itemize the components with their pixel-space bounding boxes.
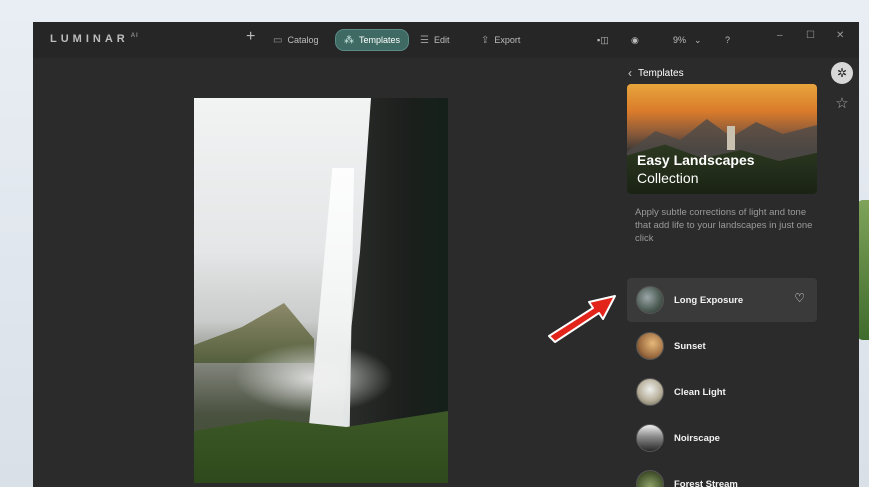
heart-icon[interactable]: ♡ <box>794 291 805 305</box>
magic-wand-icon: ✲ <box>836 66 848 80</box>
sliders-icon: ☰ <box>420 34 429 46</box>
template-list: Long Exposure ♡ Sunset Clean Light Noirs… <box>627 278 817 487</box>
collection-banner: Easy Landscapes Collection <box>627 84 817 194</box>
tab-export[interactable]: ⇪ Export <box>481 31 520 49</box>
template-thumbnail <box>636 378 664 406</box>
maximize-button[interactable]: ☐ <box>806 30 815 41</box>
collection-title: Easy Landscapes <box>637 152 755 168</box>
collection-description: Apply subtle corrections of light and to… <box>635 207 813 244</box>
tab-edit[interactable]: ☰ Edit <box>420 31 449 49</box>
plus-icon: + <box>246 28 256 45</box>
add-photos-button[interactable]: + <box>246 28 255 46</box>
template-label: Forest Stream <box>674 478 738 487</box>
minimize-button[interactable]: – <box>777 30 783 41</box>
luminar-window: LUMINAR AI + ▭ Catalog ⁂ Templates ☰ Edit… <box>33 22 859 487</box>
export-icon: ⇪ <box>481 34 490 46</box>
template-thumbnail <box>636 470 664 487</box>
star-icon: ☆ <box>835 95 849 112</box>
red-annotation-arrow <box>548 295 616 343</box>
template-noirscape[interactable]: Noirscape <box>627 416 817 460</box>
templates-panel: ‹ Templates Easy Landscapes Collection A… <box>623 58 823 487</box>
chevron-left-icon: ‹ <box>628 66 632 80</box>
photo-mist <box>234 343 394 413</box>
template-thumbnail <box>636 286 664 314</box>
help-icon: ? <box>725 35 731 45</box>
top-toolbar: LUMINAR AI + ▭ Catalog ⁂ Templates ☰ Edit… <box>33 22 859 58</box>
zoom-dropdown[interactable]: 9% ⌄ <box>673 31 702 49</box>
photo-waterfall <box>306 168 354 458</box>
compare-button[interactable]: ▪◫ <box>597 31 609 49</box>
favorites-side-button[interactable]: ☆ <box>831 92 853 114</box>
template-thumbnail <box>636 424 664 452</box>
template-forest-stream[interactable]: Forest Stream <box>627 462 817 487</box>
app-logo: LUMINAR AI <box>50 33 139 45</box>
template-label: Clean Light <box>674 386 726 398</box>
tab-catalog[interactable]: ▭ Catalog <box>273 31 318 49</box>
banner-castle <box>727 126 735 150</box>
template-clean-light[interactable]: Clean Light <box>627 370 817 414</box>
collection-subtitle: Collection <box>637 170 699 186</box>
template-label: Noirscape <box>674 432 720 444</box>
close-button[interactable]: ✕ <box>836 30 844 41</box>
zoom-value: 9% <box>673 35 687 45</box>
tab-templates[interactable]: ⁂ Templates <box>335 29 410 51</box>
template-label: Long Exposure <box>674 294 744 306</box>
template-long-exposure[interactable]: Long Exposure ♡ <box>627 278 817 322</box>
preview-button[interactable]: ◉ <box>631 31 639 49</box>
templates-back-button[interactable]: ‹ Templates <box>628 66 684 80</box>
help-button[interactable]: ? <box>725 31 730 49</box>
template-thumbnail <box>636 332 664 360</box>
template-label: Sunset <box>674 340 706 352</box>
photo-canvas[interactable] <box>194 98 448 483</box>
folder-icon: ▭ <box>273 34 283 46</box>
wand-icon: ⁂ <box>344 34 354 46</box>
compare-icon: ▪◫ <box>597 34 609 45</box>
panel-title: Templates <box>638 67 684 79</box>
templates-side-button[interactable]: ✲ <box>831 62 853 84</box>
chevron-down-icon: ⌄ <box>694 34 702 45</box>
template-sunset[interactable]: Sunset <box>627 324 817 368</box>
eye-icon: ◉ <box>631 34 639 45</box>
